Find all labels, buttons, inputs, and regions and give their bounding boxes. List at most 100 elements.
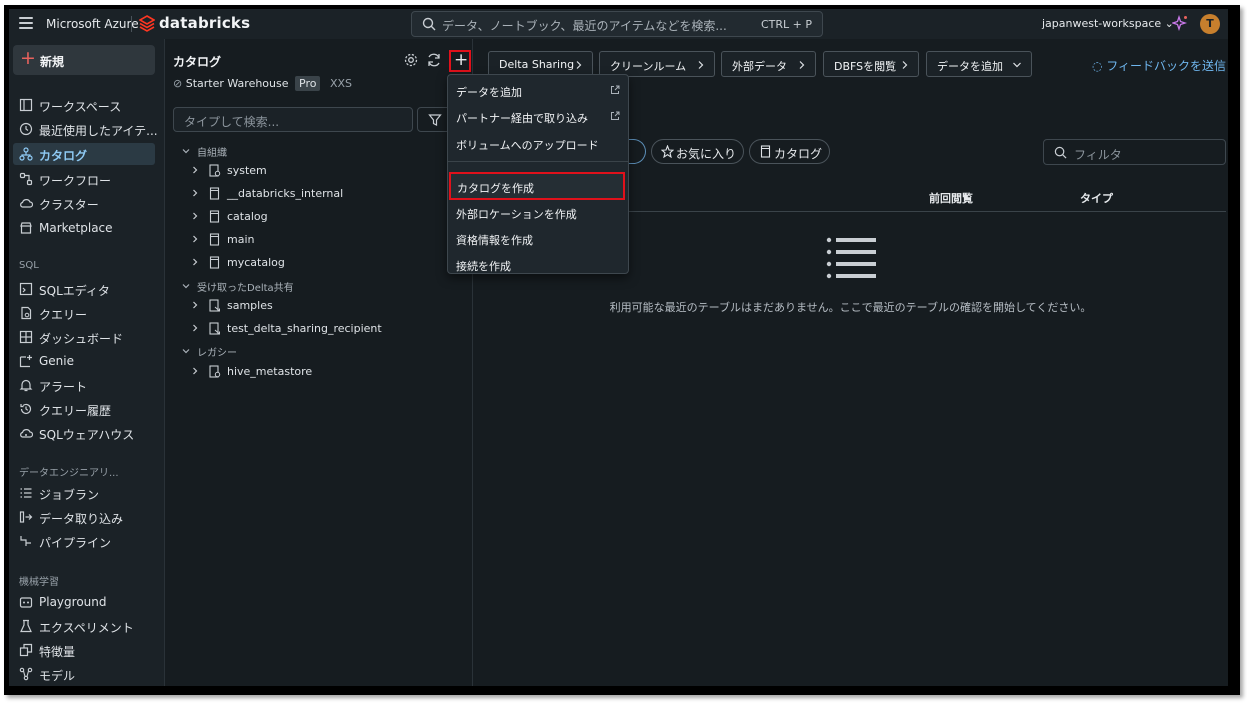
- sidebar-item-playground[interactable]: Playground: [13, 591, 155, 613]
- sidebar-item-queries[interactable]: クエリー: [13, 302, 155, 324]
- playground-icon: [19, 597, 33, 608]
- genie-icon: [19, 355, 32, 368]
- top-bar: Microsoft Azure databricks データ、ノートブック、最近…: [9, 9, 1228, 39]
- sidebar-item-label: 最近使用したアイテ...: [39, 124, 158, 138]
- add-data-button[interactable]: +: [449, 50, 471, 72]
- databricks-logo-icon: [139, 15, 155, 32]
- sidebar-item-experiments[interactable]: エクスペリメント: [13, 615, 155, 637]
- star-icon: [661, 145, 674, 158]
- chevron-down-icon: [1013, 62, 1021, 68]
- assistant-sparkle-icon[interactable]: [1172, 15, 1188, 31]
- sidebar-item-job-runs[interactable]: ジョブラン: [13, 482, 155, 504]
- menu-item-create-connection[interactable]: 接続を作成: [448, 253, 628, 277]
- catalog-icon: [760, 145, 771, 158]
- sidebar-item-label: ワークスペース: [39, 100, 122, 114]
- table-filter-input[interactable]: フィルタ: [1043, 139, 1226, 165]
- workflow-icon: [19, 172, 33, 186]
- sidebar-item-recents[interactable]: 最近使用したアイテ...: [13, 118, 158, 140]
- browse-dbfs-button[interactable]: DBFSを閲覧: [823, 51, 919, 77]
- catalog-icon: [19, 147, 33, 161]
- favorites-pill[interactable]: お気に入り: [651, 139, 744, 164]
- refresh-icon[interactable]: [425, 51, 443, 69]
- catalog-search-input[interactable]: タイプして検索...: [173, 107, 413, 132]
- sidebar-item-marketplace[interactable]: Marketplace: [13, 217, 155, 239]
- sidebar-item-dashboards[interactable]: ダッシュボード: [13, 326, 155, 348]
- sidebar-item-features[interactable]: 特徴量: [13, 639, 155, 661]
- menu-item-label: 接続を作成: [456, 260, 511, 273]
- pipeline-icon: [20, 536, 31, 546]
- add-data-dropdown-button[interactable]: データを追加: [926, 51, 1032, 77]
- empty-state-message: 利用可能な最近のテーブルはまだありません。ここで最近のテーブルの確認を開始してく…: [609, 301, 1092, 314]
- tree-item-label: main: [227, 233, 255, 246]
- catalog-icon: [209, 210, 220, 223]
- azure-brand[interactable]: Microsoft Azure: [46, 17, 139, 31]
- sidebar-item-genie[interactable]: Genie: [13, 350, 155, 372]
- job-runs-icon: [20, 488, 32, 498]
- chip-label: DBFSを閲覧: [834, 60, 897, 73]
- warehouse-selector[interactable]: ⊘ Starter Warehouse Pro XXS: [173, 76, 353, 91]
- menu-item-create-credential[interactable]: 資格情報を作成: [448, 227, 628, 251]
- shared-catalog-icon: [209, 322, 220, 335]
- sidebar-item-workflows[interactable]: ワークフロー: [13, 168, 155, 190]
- menu-item-create-external-location[interactable]: 外部ロケーションを作成: [448, 201, 628, 225]
- sidebar-item-label: ワークフロー: [39, 174, 112, 188]
- sidebar-item-models[interactable]: モデル: [13, 663, 155, 685]
- menu-item-partner-ingest[interactable]: パートナー経由で取り込み: [448, 105, 628, 129]
- sidebar-item-data-ingestion[interactable]: データ取り込み: [13, 506, 155, 528]
- external-link-icon: [611, 85, 620, 94]
- chevron-right-icon: [193, 367, 198, 375]
- sidebar: + 新規 ワークスペース 最近使用したアイテ... カタログ ワークフロー クラ…: [9, 39, 164, 686]
- catalog-icon: [209, 187, 220, 200]
- user-avatar[interactable]: T: [1200, 14, 1220, 34]
- sidebar-item-pipelines[interactable]: パイプライン: [13, 530, 155, 552]
- chevron-right-icon: [576, 61, 582, 69]
- sidebar-item-catalog[interactable]: カタログ: [13, 143, 155, 165]
- history-icon: [20, 403, 32, 415]
- feedback-link[interactable]: ◌ フィードバックを送信: [1092, 57, 1226, 74]
- menu-divider: [448, 161, 628, 162]
- column-header-type[interactable]: タイプ: [1080, 190, 1113, 206]
- warehouse-tier-badge: Pro: [295, 76, 321, 91]
- sidebar-item-label: Genie: [39, 354, 75, 368]
- chip-label: Delta Sharing: [499, 58, 575, 71]
- sidebar-item-sql-warehouses[interactable]: SQLウェアハウス: [13, 422, 155, 444]
- marketplace-icon: [20, 222, 32, 234]
- tree-item-label: samples: [227, 299, 273, 312]
- sidebar-item-clusters[interactable]: クラスター: [13, 192, 155, 214]
- catalog-pill[interactable]: カタログ: [749, 139, 830, 164]
- menu-item-add-data[interactable]: データを追加: [448, 79, 628, 103]
- workspace-switcher[interactable]: japanwest-workspace ⌄: [1042, 17, 1174, 30]
- sidebar-item-sql-editor[interactable]: SQLエディタ: [13, 278, 155, 300]
- search-icon: [1054, 146, 1067, 159]
- query-icon: [21, 306, 32, 320]
- sidebar-item-alerts[interactable]: アラート: [13, 374, 155, 396]
- pill-label: カタログ: [774, 147, 823, 161]
- sidebar-item-label: アラート: [39, 380, 88, 394]
- chevron-right-icon: [193, 189, 198, 197]
- external-data-button[interactable]: 外部データ: [721, 51, 816, 77]
- sidebar-item-label: Marketplace: [39, 221, 113, 235]
- menu-icon[interactable]: [19, 17, 33, 29]
- menu-item-upload-volume[interactable]: ボリュームへのアップロード: [448, 132, 628, 156]
- sidebar-item-query-history[interactable]: クエリー履歴: [13, 398, 155, 420]
- databricks-brand[interactable]: databricks: [159, 14, 250, 32]
- external-link-icon: [611, 111, 620, 120]
- new-button[interactable]: + 新規: [13, 45, 155, 75]
- warehouse-size: XXS: [329, 77, 353, 90]
- catalog-icon: [209, 233, 220, 246]
- system-catalog-icon: [209, 164, 221, 177]
- warehouse-name: Starter Warehouse: [185, 77, 289, 90]
- sidebar-item-workspace[interactable]: ワークスペース: [13, 94, 155, 116]
- sidebar-item-label: データ取り込み: [39, 512, 124, 526]
- plus-icon: +: [20, 47, 36, 69]
- models-icon: [19, 667, 33, 681]
- chevron-right-icon: [193, 301, 198, 309]
- flask-icon: [20, 619, 32, 633]
- menu-item-create-catalog[interactable]: カタログを作成: [449, 172, 625, 200]
- tree-item-label: __databricks_internal: [227, 187, 344, 200]
- column-header-last-viewed[interactable]: 前回閲覧: [929, 190, 973, 206]
- sidebar-item-label: クエリー: [39, 308, 88, 322]
- gear-icon[interactable]: [402, 51, 420, 69]
- menu-item-label: データを追加: [456, 86, 522, 99]
- global-search-input[interactable]: データ、ノートブック、最近のアイテムなどを検索... CTRL + P: [411, 11, 823, 37]
